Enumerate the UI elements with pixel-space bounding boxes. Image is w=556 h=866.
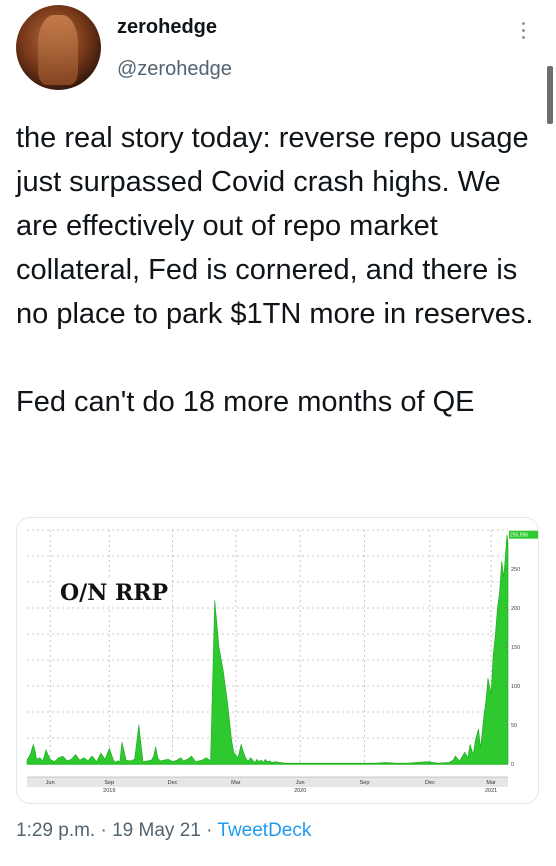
- x-tick-label: Mar: [486, 780, 496, 786]
- x-axis-strip: [27, 777, 508, 787]
- x-year-label: 2021: [485, 788, 497, 794]
- y-tick-label: 200: [511, 606, 520, 612]
- series-area-on-rrp: [26, 534, 509, 765]
- chart-title: O/N RRP: [57, 580, 172, 606]
- meta-separator: ·: [100, 820, 107, 841]
- rrp-chart: 0 50 100 150 200 250 293.996 Jun Sep Dec Mar Jun Sep…: [26, 529, 538, 794]
- avatar-figure: [38, 15, 78, 85]
- last-value-label: 293.996: [510, 533, 528, 539]
- user-handle[interactable]: @zerohedge: [117, 58, 232, 81]
- tweet-source-link[interactable]: TweetDeck: [217, 820, 311, 841]
- y-tick-label: 250: [511, 567, 520, 573]
- x-tick-label: Sep: [104, 780, 114, 786]
- x-tick-label: Sep: [360, 780, 370, 786]
- profile-avatar[interactable]: [16, 5, 101, 90]
- x-tick-label: Jun: [296, 780, 305, 786]
- y-tick-label: 50: [511, 723, 517, 729]
- y-tick-label: 100: [511, 684, 520, 690]
- display-name[interactable]: zerohedge: [117, 16, 217, 39]
- x-year-label: 2020: [294, 788, 306, 794]
- x-year-label: 2019: [103, 788, 115, 794]
- tweet-media-chart[interactable]: 0 50 100 150 200 250 293.996 Jun Sep Dec Mar Jun Sep…: [16, 517, 539, 804]
- more-vertical-icon[interactable]: [514, 18, 532, 44]
- tweet-metadata: 1:29 p.m. · 19 May 21 · TweetDeck: [16, 820, 311, 842]
- x-tick-label: Jun: [46, 780, 55, 786]
- tweet-date: 19 May 21: [112, 820, 201, 841]
- y-tick-label: 150: [511, 645, 520, 651]
- x-tick-label: Dec: [168, 780, 178, 786]
- x-tick-label: Mar: [231, 780, 241, 786]
- meta-separator: ·: [206, 820, 213, 841]
- x-tick-label: Dec: [425, 780, 435, 786]
- tweet-time: 1:29 p.m.: [16, 820, 96, 841]
- y-tick-label: 0: [511, 762, 514, 768]
- tweet-text: the real story today: reverse repo usage…: [16, 122, 534, 418]
- scrollbar[interactable]: [547, 66, 553, 124]
